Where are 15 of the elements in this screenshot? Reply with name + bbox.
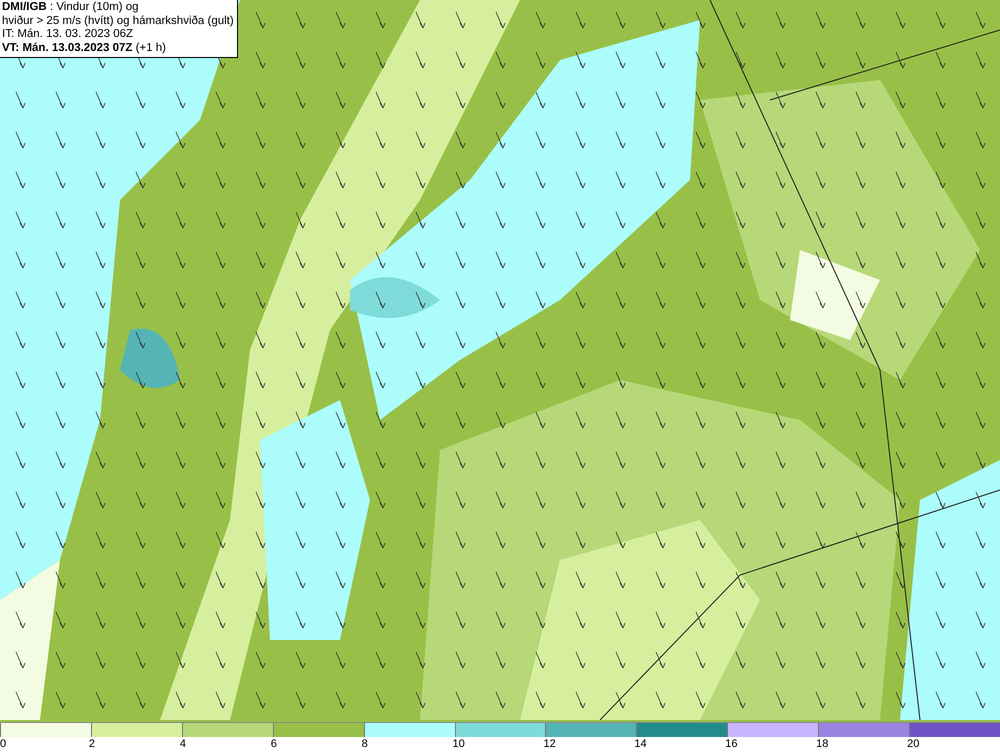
legend-label: 8 xyxy=(362,737,368,751)
caption-line: IT: Mán. 13. 03. 2023 06Z xyxy=(2,28,134,42)
legend-label: 10 xyxy=(452,737,465,751)
legend-label: 0 xyxy=(0,737,6,751)
legend-label: 6 xyxy=(270,737,277,751)
legend-label: 4 xyxy=(180,737,186,751)
legend-label: 16 xyxy=(725,737,738,751)
legend-label: 14 xyxy=(634,737,647,751)
caption-line: VT: Mán. 13.03.2023 07Z (+1 h) xyxy=(2,42,167,55)
legend-label: 20 xyxy=(907,737,920,751)
caption-line: DMI/IGB : Vindur (10m) og xyxy=(2,1,140,14)
legend-label: 2 xyxy=(88,737,96,751)
legend-label: 12 xyxy=(543,737,556,751)
legend-label: 18 xyxy=(816,737,828,751)
caption-line: hviður > 25 m/s (hvítt) og hámarkshviða (gult) xyxy=(2,14,234,28)
